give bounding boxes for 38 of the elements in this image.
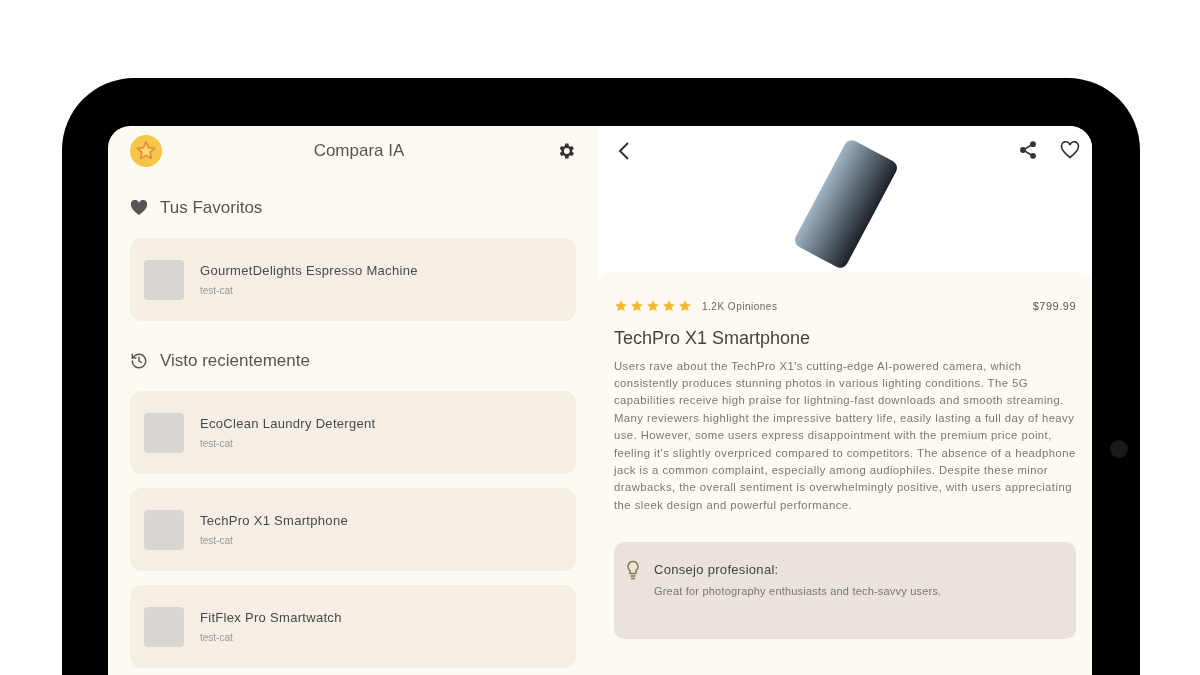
app-title: Compara IA [313, 140, 405, 163]
star-logo-icon [130, 135, 162, 167]
star-icon [630, 299, 644, 314]
history-icon [130, 352, 148, 370]
back-icon[interactable] [618, 141, 630, 161]
product-photo-placeholder [144, 259, 184, 300]
heart-icon[interactable] [1060, 140, 1080, 160]
product-photo-placeholder [144, 606, 184, 647]
product-photo-placeholder [144, 509, 184, 550]
star-icon [678, 299, 692, 314]
product-category: test-cat [200, 534, 234, 549]
heart-icon [130, 200, 148, 216]
product-card[interactable]: EcoClean Laundry Detergent test-cat [130, 391, 576, 474]
tip-text: Great for photography enthusiasts and tech-savvy users. [654, 583, 942, 599]
product-card[interactable]: FitFlex Pro Smartwatch test-cat [130, 585, 576, 668]
product-category: test-cat [200, 284, 234, 299]
product-name: TechPro X1 Smartphone [200, 511, 348, 530]
product-category: test-cat [200, 437, 234, 452]
star-icon [662, 299, 676, 314]
product-name: EcoClean Laundry Detergent [200, 414, 376, 433]
product-card[interactable]: TechPro X1 Smartphone test-cat [130, 488, 576, 571]
share-icon[interactable] [1018, 140, 1038, 160]
product-title: TechPro X1 Smartphone [614, 326, 812, 350]
review-summary: Users rave about the TechPro X1's cutting-edge AI-powered camera, which consistently produces stunning photos in various lighting conditions. The 5G capabilities receive high praise for lightning-fast downloads and smooth streaming. Many reviewers highlight the impressive battery life, easily lasting a full day of heavy use. However, some users express disappointment with the premium price point, feeling it's slightly overpriced compared to competitors. The absence of a headphone jack is a common complaint, especially among audiophiles. Despite these minor drawbacks, the overall sentiment is overwhelmingly positive, with users appreciating the sleek design and powerful performance. [614, 358, 1076, 513]
section-heading: Tus Favoritos [160, 197, 263, 220]
camera-icon [1110, 440, 1128, 458]
product-card[interactable]: GourmetDelights Espresso Machine test-cat [130, 238, 576, 321]
tip-label: Consejo profesional: [654, 561, 780, 580]
review-count: 1.2K Opiniones [702, 299, 778, 314]
lightbulb-icon [626, 560, 640, 581]
product-name: GourmetDelights Espresso Machine [200, 261, 418, 280]
star-icon [646, 299, 660, 314]
product-name: FitFlex Pro Smartwatch [200, 608, 342, 627]
star-icon [614, 299, 628, 314]
price: $799.99 [1032, 299, 1076, 314]
section-heading: Visto recientemente [160, 350, 310, 373]
product-category: test-cat [200, 631, 234, 646]
product-photo-placeholder [144, 412, 184, 453]
